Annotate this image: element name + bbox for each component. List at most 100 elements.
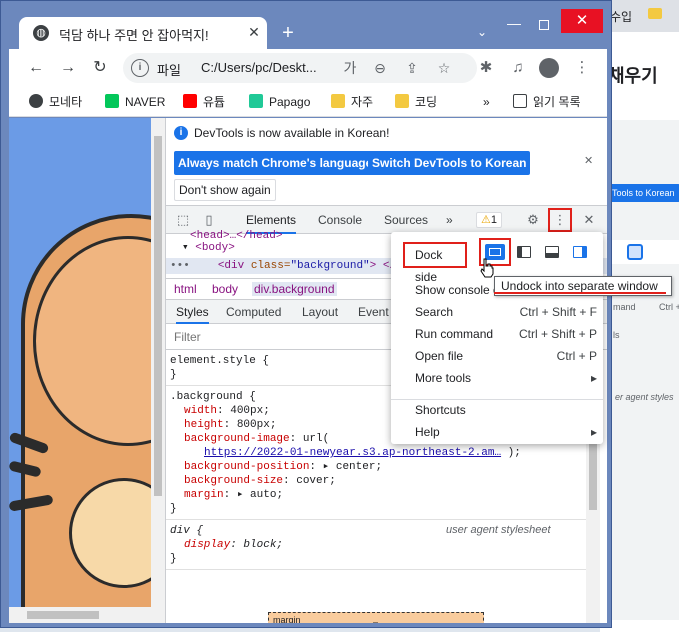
tab-sources[interactable]: Sources (384, 206, 428, 234)
info-message: DevTools is now available in Korean! (194, 126, 390, 140)
menu-item-run-command[interactable]: Run command Ctrl + Shift + P (415, 324, 597, 344)
warning-icon: ⚠ (481, 214, 491, 226)
dock-bottom-icon[interactable] (545, 246, 559, 258)
switch-to-korean-button[interactable]: Switch DevTools to Korean (368, 151, 531, 175)
tab-search-button[interactable]: ⌄ (477, 25, 487, 39)
scrollbar-thumb[interactable] (589, 434, 597, 510)
active-tab[interactable]: ◍ 덕담 하나 주면 안 잡아먹지! ✕ (19, 17, 267, 49)
media-icon[interactable]: ♫ (507, 57, 529, 79)
site-info-icon[interactable]: i (131, 59, 149, 77)
breadcrumb-item-selected[interactable]: div.background (252, 282, 337, 296)
bookmarks-more-button[interactable]: » (483, 93, 490, 111)
url-text[interactable]: C:/Users/pc/Deskt... (201, 60, 317, 75)
chevron-right-icon: ▸ (590, 425, 597, 439)
dock-left-icon[interactable] (517, 246, 531, 258)
page-horizontal-scrollbar[interactable] (9, 607, 165, 623)
css-declaration[interactable]: width: 400px; (184, 404, 270, 418)
globe-icon: ◍ (33, 25, 49, 41)
warnings-badge[interactable]: ⚠1 (476, 212, 502, 228)
subtab-styles[interactable]: Styles (176, 300, 209, 324)
background-tab-text: 수입 (610, 10, 633, 24)
profile-avatar[interactable] (539, 58, 559, 78)
subtab-event-listeners[interactable]: Event l (358, 300, 395, 324)
undock-icon (627, 244, 643, 260)
bookmark-item[interactable]: 모네타 (29, 93, 82, 111)
extensions-icon[interactable]: ✱ (475, 57, 497, 79)
menu-item-help[interactable]: Help ▸ (415, 422, 597, 442)
menu-item-search[interactable]: Search Ctrl + Shift + F (415, 302, 597, 322)
css-declaration[interactable]: background-position: ▸ center; (184, 460, 382, 474)
background-list-fragment: ls (613, 330, 620, 340)
menu-item-open-file[interactable]: Open file Ctrl + P (415, 346, 597, 366)
dock-side-row: Dock side (391, 238, 603, 284)
background-heading: 채우기 (608, 66, 658, 86)
address-bar[interactable]: i 파일 C:/Users/pc/Deskt... 가 ⊖ ⇪ ☆ (123, 53, 477, 83)
bookmark-folder[interactable]: 코딩 (395, 93, 437, 111)
close-devtools-icon[interactable]: ✕ (580, 211, 598, 229)
rule-selector: .background { (170, 391, 256, 403)
bookmark-item[interactable]: 유튭 (183, 93, 225, 111)
dock-right-icon[interactable] (573, 246, 587, 258)
css-url-link[interactable]: https://2022-01-newyear.s3.ap-northeast-… (204, 446, 521, 460)
css-declaration[interactable]: height: 800px; (184, 418, 276, 432)
scrollbar-thumb[interactable] (154, 136, 162, 496)
reload-button[interactable]: ↻ (89, 57, 111, 79)
tab-console[interactable]: Console (318, 206, 362, 234)
subtab-computed[interactable]: Computed (226, 300, 281, 324)
css-declaration: display: block; (184, 539, 284, 551)
tab-bar: ◍ 덕담 하나 주면 안 잡아먹지! ✕ + ⌄ — ✕ (9, 7, 605, 49)
css-declaration[interactable]: background-image: url( (184, 432, 329, 446)
bookmark-item[interactable]: NAVER (105, 93, 165, 111)
folder-icon (331, 94, 345, 108)
breadcrumb-item[interactable]: body (212, 282, 238, 296)
page-vertical-scrollbar[interactable] (151, 118, 165, 607)
minimize-button[interactable]: — (501, 16, 527, 33)
reading-list-button[interactable]: 읽기 목록 (513, 93, 581, 111)
new-tab-button[interactable]: + (277, 23, 299, 45)
settings-gear-icon[interactable]: ⚙ (524, 211, 542, 229)
reading-list-icon (513, 94, 527, 108)
inspect-element-icon[interactable]: ⬚ (174, 211, 192, 229)
browser-toolbar: ← → ↻ i 파일 C:/Users/pc/Deskt... 가 ⊖ ⇪ ☆ … (9, 49, 607, 87)
devtools-language-infobar: i DevTools is now available in Korean! A… (166, 118, 607, 206)
styles-filter-input[interactable] (174, 330, 374, 344)
style-rule-div: div { user agent stylesheet display: blo… (166, 520, 586, 570)
maximize-button[interactable] (531, 17, 557, 33)
box-model-diagram: margin – (268, 612, 484, 623)
background-stylesheet-text: er agent styles (615, 392, 674, 402)
warning-count: 1 (490, 214, 497, 226)
bookmark-item[interactable]: Papago (249, 93, 310, 111)
subtab-layout[interactable]: Layout (302, 300, 338, 324)
bookmark-star-icon[interactable]: ☆ (435, 59, 453, 77)
bookmark-folder[interactable]: 자주 (331, 93, 373, 111)
dom-node-body[interactable]: ▾ <body> (182, 240, 235, 256)
breadcrumb-item[interactable]: html (174, 282, 197, 296)
tab-close-button[interactable]: ✕ (245, 23, 263, 41)
css-declaration[interactable]: margin: ▸ auto; (184, 488, 283, 502)
share-icon[interactable]: ⇪ (403, 59, 421, 77)
menu-item-shortcuts[interactable]: Shortcuts (415, 400, 597, 420)
window-close-button[interactable]: ✕ (561, 9, 603, 33)
device-toolbar-icon[interactable]: ▯ (200, 211, 218, 229)
rule-source: user agent stylesheet (446, 524, 551, 536)
always-match-language-button[interactable]: Always match Chrome's language (174, 151, 377, 175)
menu-item-more-tools[interactable]: More tools ▸ (415, 368, 597, 388)
css-declaration[interactable]: background-size: cover; (184, 474, 336, 488)
hand-cursor-icon (480, 258, 494, 278)
forward-button[interactable]: → (57, 57, 79, 79)
zoom-icon[interactable]: ⊖ (371, 59, 389, 77)
scheme-label: 파일 (157, 63, 181, 78)
chevron-right-icon: ▸ (590, 371, 597, 385)
customize-devtools-icon[interactable]: ⋮ (551, 211, 569, 229)
more-tabs-button[interactable]: » (446, 206, 453, 234)
rule-close: } (170, 503, 177, 515)
translate-icon[interactable]: 가 (341, 59, 359, 77)
folder-icon (395, 94, 409, 108)
back-button[interactable]: ← (25, 57, 47, 79)
dont-show-again-button[interactable]: Don't show again (174, 179, 276, 201)
tooltip-highlight-underline (494, 292, 666, 294)
chrome-menu-icon[interactable]: ⋮ (571, 57, 593, 79)
scrollbar-thumb[interactable] (27, 611, 99, 619)
infobar-close-button[interactable]: ✕ (584, 154, 593, 167)
customize-devtools-menu: Dock side Show console d Search Ctrl + Sh… (391, 232, 603, 444)
